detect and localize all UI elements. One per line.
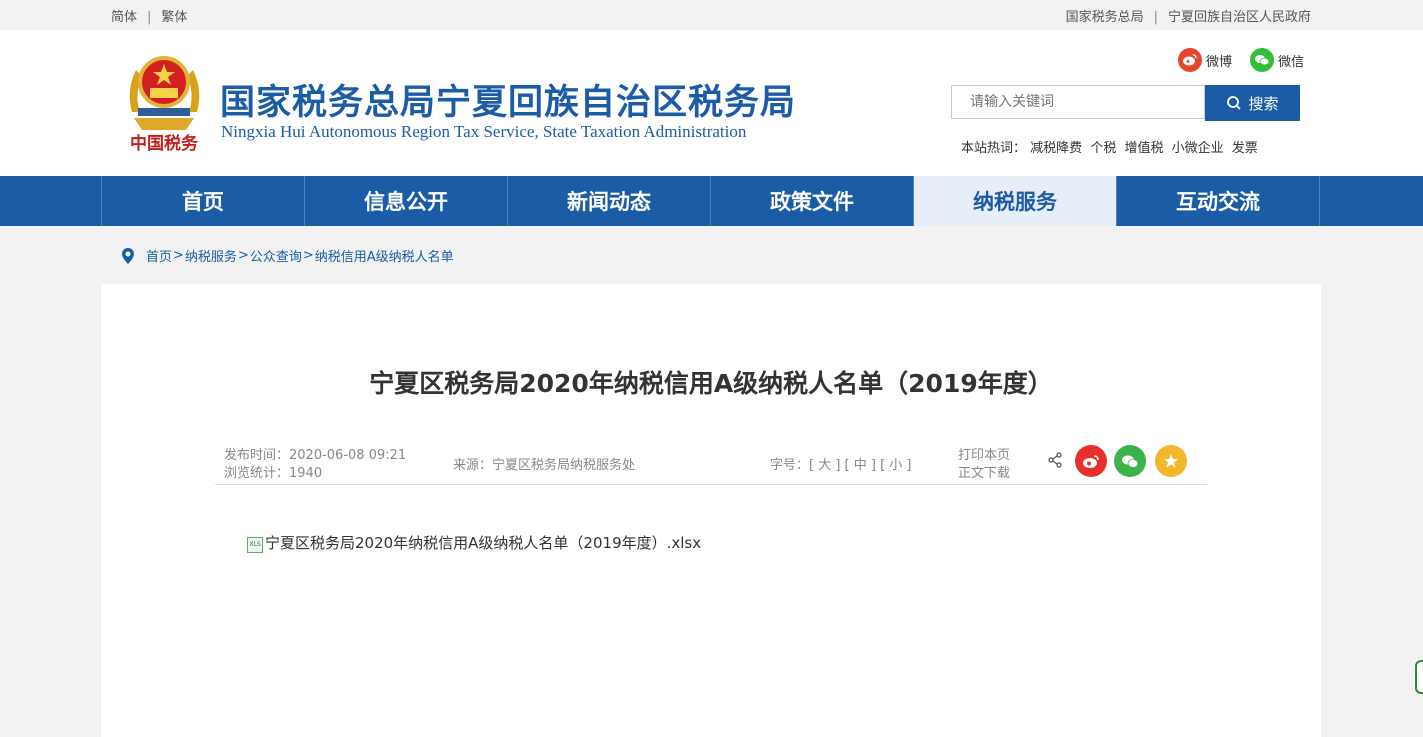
font-size-controls[interactable]: 字号：[ 大 ] [ 中 ] [ 小 ] bbox=[770, 454, 912, 473]
tax-emblem-logo[interactable]: 中国税务 bbox=[122, 50, 207, 155]
wechat-label: 微信 bbox=[1278, 54, 1305, 70]
hot-word[interactable]: 增值税 bbox=[1124, 141, 1163, 156]
wechat-icon bbox=[1122, 454, 1139, 468]
site-title: 国家税务总局宁夏回族自治区税务局 bbox=[220, 83, 797, 123]
breadcrumb-sep: > bbox=[237, 248, 249, 263]
download-link[interactable]: 正文下载 bbox=[958, 462, 1010, 481]
breadcrumb-current[interactable]: 纳税信用A级纳税人名单 bbox=[315, 246, 454, 265]
article-container: 宁夏区税务局2020年纳税信用A级纳税人名单（2019年度） 发布时间：2020… bbox=[101, 284, 1321, 737]
meta-divider bbox=[215, 484, 1207, 485]
side-float-tab[interactable] bbox=[1415, 660, 1423, 694]
wechat-link[interactable]: 微信 bbox=[1250, 48, 1304, 72]
article-source: 来源：宁夏区税务局纳税服务处 bbox=[453, 458, 636, 473]
print-link[interactable]: 打印本页 bbox=[958, 444, 1010, 463]
site-header: 中国税务 国家税务总局宁夏回族自治区税务局 Ningxia Hui Autono… bbox=[0, 30, 1423, 176]
breadcrumb: 首页 > 纳税服务 > 公众查询 > 纳税信用A级纳税人名单 bbox=[120, 246, 454, 265]
publish-time: 发布时间：2020-06-08 09:21 bbox=[224, 448, 407, 463]
star-icon bbox=[1164, 454, 1178, 468]
social-links: 微博 微信 bbox=[1178, 48, 1318, 72]
separator: | bbox=[1153, 10, 1158, 25]
breadcrumb-sep: > bbox=[302, 248, 314, 263]
nav-home[interactable]: 首页 bbox=[101, 176, 304, 226]
hot-word[interactable]: 发票 bbox=[1232, 141, 1258, 156]
nav-info-disclosure[interactable]: 信息公开 bbox=[304, 176, 507, 226]
search-icon bbox=[1227, 96, 1242, 110]
hot-word[interactable]: 减税降费 bbox=[1030, 141, 1082, 156]
breadcrumb-tax-service[interactable]: 纳税服务 bbox=[185, 246, 237, 265]
weibo-icon bbox=[1083, 454, 1099, 468]
main-nav: 首页 信息公开 新闻动态 政策文件 纳税服务 互动交流 bbox=[0, 176, 1423, 226]
nav-policy[interactable]: 政策文件 bbox=[710, 176, 913, 226]
nav-interaction[interactable]: 互动交流 bbox=[1116, 176, 1320, 226]
share-wechat-button[interactable] bbox=[1114, 445, 1146, 477]
weibo-label: 微博 bbox=[1206, 54, 1233, 70]
hot-word[interactable]: 个税 bbox=[1090, 141, 1116, 156]
emblem-text: 中国税务 bbox=[130, 133, 199, 153]
share-weibo-button[interactable] bbox=[1075, 445, 1107, 477]
breadcrumb-public-query[interactable]: 公众查询 bbox=[250, 246, 302, 265]
simplified-chinese-link[interactable]: 简体 bbox=[111, 10, 137, 25]
breadcrumb-home[interactable]: 首页 bbox=[146, 246, 172, 265]
hot-word[interactable]: 小微企业 bbox=[1172, 141, 1224, 156]
separator: | bbox=[147, 10, 152, 25]
excel-file-icon: XLS bbox=[247, 536, 263, 553]
weibo-icon bbox=[1178, 48, 1202, 72]
hot-words: 本站热词： 减税降费 个税 增值税 小微企业 发票 bbox=[961, 137, 1262, 156]
site-subtitle: Ningxia Hui Autonomous Region Tax Servic… bbox=[221, 122, 747, 141]
search-button-label: 搜索 bbox=[1248, 94, 1279, 113]
hot-words-label: 本站热词： bbox=[961, 141, 1027, 156]
weibo-link[interactable]: 微博 bbox=[1178, 48, 1232, 72]
search-button[interactable]: 搜索 bbox=[1205, 85, 1300, 121]
favorite-button[interactable] bbox=[1155, 445, 1187, 477]
top-bar: 简体 | 繁体 国家税务总局 | 宁夏回族自治区人民政府 bbox=[0, 0, 1423, 30]
wechat-icon bbox=[1250, 48, 1275, 72]
attachment-link[interactable]: XLS 宁夏区税务局2020年纳税信用A级纳税人名单（2019年度）.xlsx bbox=[247, 532, 701, 553]
nav-tax-service[interactable]: 纳税服务 bbox=[913, 176, 1116, 226]
top-links: 国家税务总局 | 宁夏回族自治区人民政府 bbox=[1066, 6, 1311, 25]
view-count: 浏览统计：1940 bbox=[224, 466, 323, 481]
share-icon[interactable] bbox=[1047, 452, 1063, 472]
ningxia-gov-link[interactable]: 宁夏回族自治区人民政府 bbox=[1168, 10, 1311, 25]
search-input[interactable] bbox=[951, 85, 1205, 119]
article-title: 宁夏区税务局2020年纳税信用A级纳税人名单（2019年度） bbox=[369, 369, 1053, 398]
language-switch: 简体 | 繁体 bbox=[111, 6, 187, 25]
breadcrumb-sep: > bbox=[173, 248, 184, 263]
sta-link[interactable]: 国家税务总局 bbox=[1066, 10, 1144, 25]
attachment-filename: 宁夏区税务局2020年纳税信用A级纳税人名单（2019年度）.xlsx bbox=[265, 534, 702, 552]
location-pin-icon bbox=[122, 247, 134, 264]
traditional-chinese-link[interactable]: 繁体 bbox=[161, 10, 187, 25]
nav-news[interactable]: 新闻动态 bbox=[507, 176, 710, 226]
